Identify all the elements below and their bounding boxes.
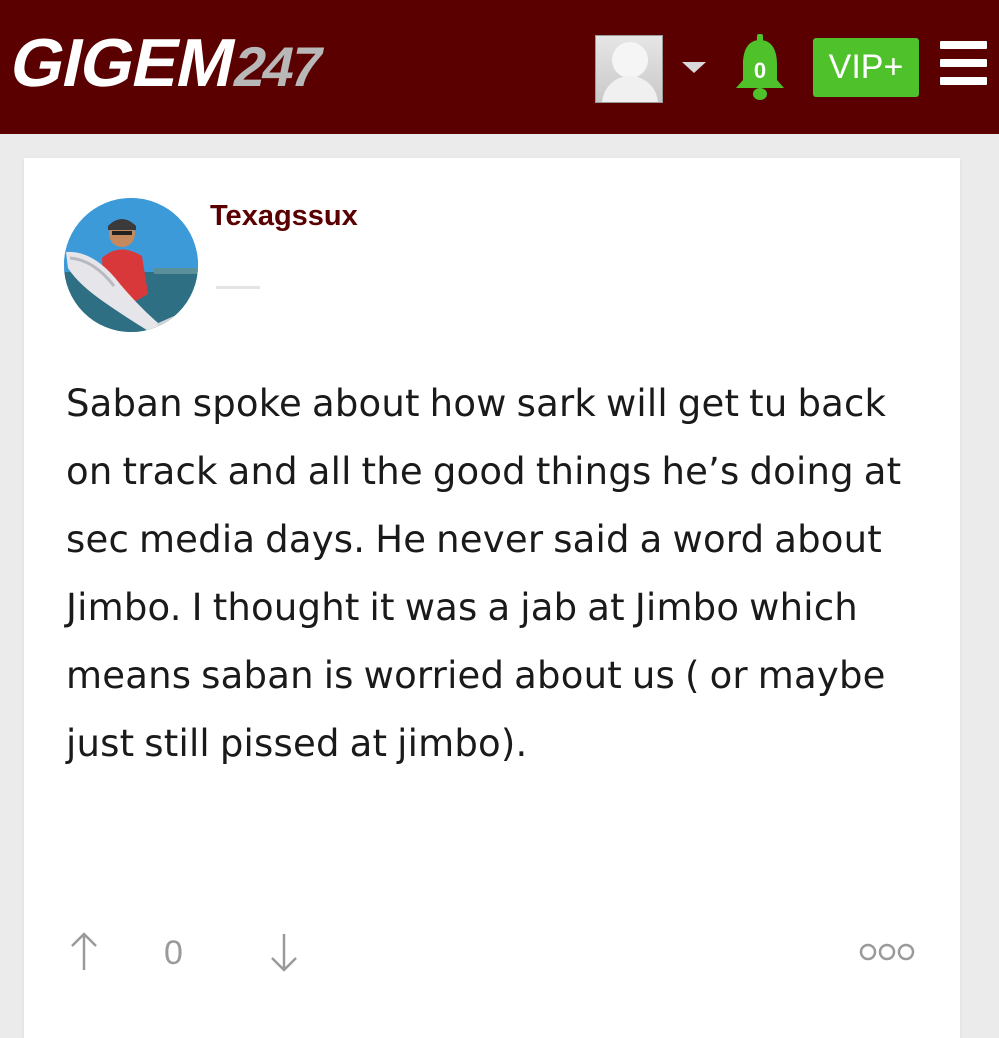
hamburger-menu-icon[interactable] (940, 41, 987, 85)
vote-count: 0 (164, 934, 183, 972)
top-navigation-bar: GIGEM 247 0 VIP+ (0, 0, 999, 134)
downvote-arrow-graphic (271, 934, 297, 972)
upvote-arrow-graphic (71, 932, 97, 970)
logo-number: 247 (228, 35, 327, 98)
post-body-text: Saban spoke about how sark will get tu b… (66, 382, 902, 765)
more-options-icon[interactable] (858, 940, 918, 964)
arrow-up-icon[interactable] (66, 930, 102, 974)
author-subtitle-line (216, 286, 260, 289)
notification-count: 0 (753, 58, 767, 83)
account-avatar[interactable] (595, 35, 663, 103)
site-logo[interactable]: GIGEM 247 (3, 24, 328, 104)
chevron-down-icon[interactable] (682, 62, 706, 73)
vip-button[interactable]: VIP+ (813, 38, 919, 97)
menu-line (940, 41, 987, 49)
logo-text: GIGEM (4, 25, 242, 101)
more-dots-graphic (859, 943, 915, 961)
avatar-photo (64, 198, 198, 332)
menu-line (940, 59, 987, 67)
post-author-username[interactable]: Texagssux (210, 200, 358, 233)
avatar-body-shape (602, 76, 658, 102)
post-author-avatar[interactable] (64, 198, 198, 332)
bell-icon[interactable]: 0 (732, 34, 788, 102)
arrow-down-icon[interactable] (266, 930, 302, 974)
avatar-head-shape (612, 42, 648, 78)
menu-line (940, 77, 987, 85)
